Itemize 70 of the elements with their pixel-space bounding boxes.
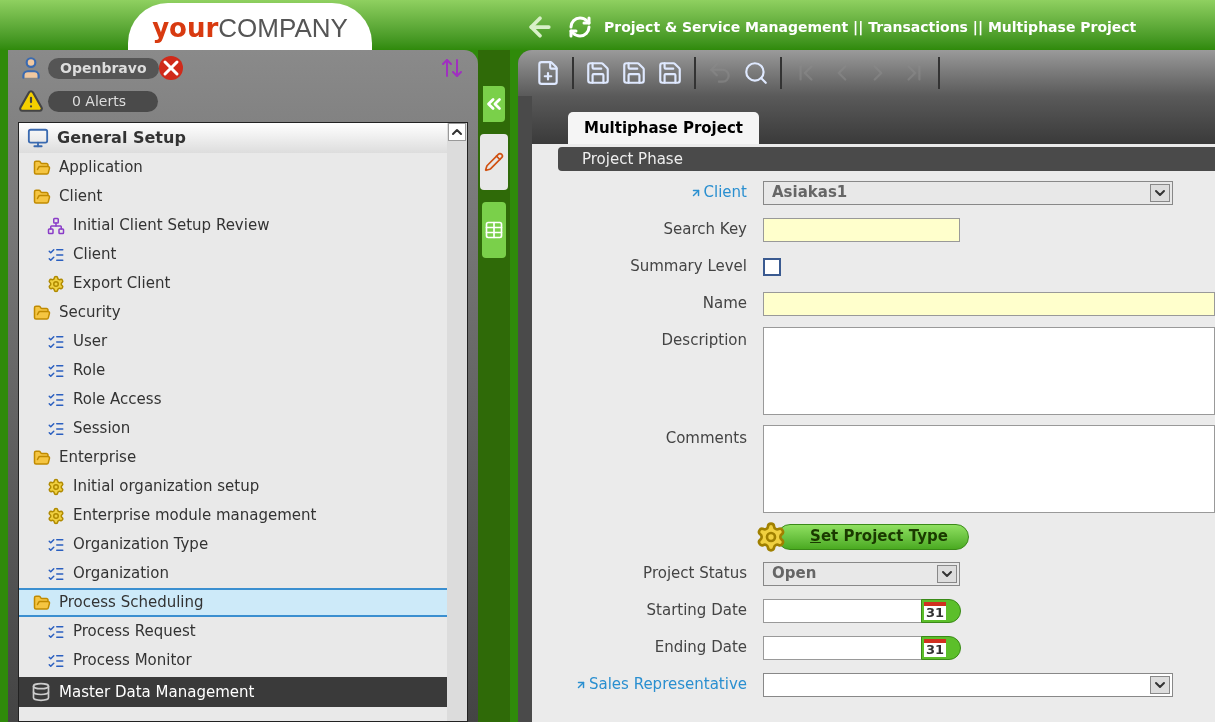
dropdown-field[interactable]: Open	[763, 561, 960, 586]
menu-item[interactable]: Initial Client Setup Review	[19, 211, 447, 240]
calendar-button[interactable]: 31	[921, 598, 961, 623]
edit-view-icon[interactable]	[480, 134, 508, 190]
alerts-count[interactable]: 0 Alerts	[48, 90, 158, 112]
monitor-icon	[27, 127, 49, 149]
grid-view-icon[interactable]	[482, 202, 506, 258]
refresh-icon[interactable]	[568, 15, 592, 39]
field-label: Search Key	[663, 219, 747, 241]
menu-item[interactable]: Initial organization setup	[19, 472, 447, 501]
expand-icon[interactable]	[440, 56, 464, 80]
user-name: Openbravo	[48, 57, 159, 79]
menu-item[interactable]: Process Monitor	[19, 646, 447, 675]
folder-icon	[33, 187, 51, 206]
menu-item[interactable]: Client	[19, 182, 447, 211]
field-label: Ending Date	[654, 637, 747, 659]
menu-item[interactable]: Process Scheduling	[19, 588, 447, 617]
date-field[interactable]	[763, 598, 923, 623]
text-area[interactable]	[763, 327, 1215, 415]
section-header: Project Phase	[558, 147, 1215, 171]
menu-item[interactable]: User	[19, 327, 447, 356]
search-icon	[743, 60, 769, 86]
menu-item[interactable]: Role Access	[19, 385, 447, 414]
field-label: Comments	[665, 428, 747, 449]
gear-icon	[47, 506, 65, 525]
folder-icon	[33, 303, 51, 322]
menu-item[interactable]: Role	[19, 356, 447, 385]
text-field[interactable]	[763, 217, 960, 242]
new-document-icon	[535, 60, 561, 86]
gear-icon	[47, 274, 65, 293]
field-label: Project Status	[643, 563, 747, 585]
collapse-icon[interactable]	[483, 86, 505, 122]
field-label: Name	[702, 293, 747, 315]
tree-icon	[47, 216, 65, 235]
alert-icon	[18, 88, 44, 114]
dropdown-field[interactable]	[763, 672, 1173, 697]
menu-item[interactable]: Organization	[19, 559, 447, 588]
breadcrumb: Project & Service Management || Transactions || Multiphase Project	[604, 17, 1137, 38]
checkbox[interactable]	[763, 257, 781, 276]
save-icon	[657, 60, 683, 86]
text-area[interactable]	[763, 425, 1215, 513]
text-field[interactable]	[763, 291, 1215, 316]
menu-item[interactable]: Client	[19, 240, 447, 269]
menu-item[interactable]: Process Request	[19, 617, 447, 646]
folder-icon	[33, 448, 51, 467]
dropdown-field[interactable]: Asiakas1	[763, 180, 1173, 205]
field-label: Summary Level	[630, 256, 747, 278]
menu-item[interactable]: Security	[19, 298, 447, 327]
menu-item[interactable]: Export Client	[19, 269, 447, 298]
folder-icon	[33, 593, 51, 612]
menu-item[interactable]: Organization Type	[19, 530, 447, 559]
database-icon	[31, 682, 51, 702]
date-field[interactable]	[763, 635, 923, 660]
field-label: Description	[661, 330, 747, 351]
tab[interactable]: Multiphase Project	[568, 112, 759, 144]
field-label: Starting Date	[646, 600, 747, 622]
scroll-up-icon[interactable]	[448, 123, 466, 141]
logout-icon[interactable]	[158, 56, 183, 80]
gear-icon	[47, 477, 65, 496]
company-logo: yourCOMPANY	[128, 3, 372, 53]
save-icon	[585, 60, 611, 86]
menu-item[interactable]: Session	[19, 414, 447, 443]
gear-icon	[755, 520, 787, 553]
menu-item[interactable]: Enterprise	[19, 443, 447, 472]
folder-icon	[33, 158, 51, 177]
save-icon	[621, 60, 647, 86]
calendar-button[interactable]: 31	[921, 635, 961, 660]
scrollbar[interactable]	[447, 123, 467, 721]
menu-item[interactable]: Application	[19, 153, 447, 182]
menu-item[interactable]: Enterprise module management	[19, 501, 447, 530]
